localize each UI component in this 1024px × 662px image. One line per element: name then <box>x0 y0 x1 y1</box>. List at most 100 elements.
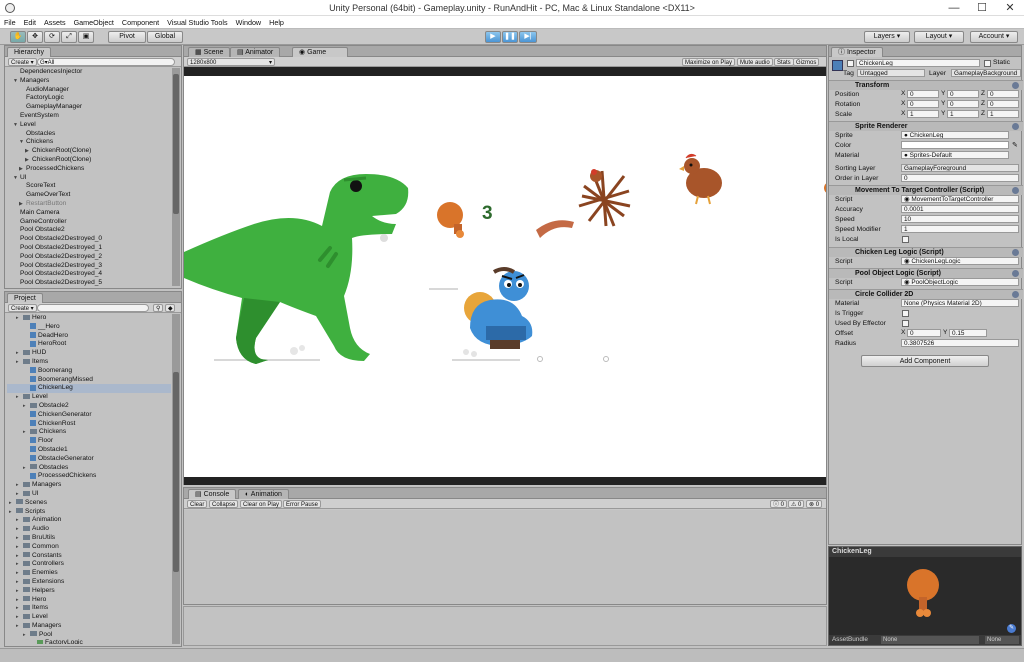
project-item[interactable]: ChickenLeg <box>7 384 171 394</box>
asset-bundle-dropdown[interactable]: None <box>881 636 979 644</box>
menu-edit[interactable]: Edit <box>20 16 40 29</box>
project-item[interactable]: ▸ Helpers <box>7 587 171 596</box>
tab-animation[interactable]: ◐ Animation <box>238 489 289 499</box>
step-button-icon[interactable]: ▶| <box>519 31 537 43</box>
minimize-button[interactable]: — <box>940 1 968 15</box>
expanded-arrow-icon[interactable]: ▼ <box>13 77 20 86</box>
hierarchy-item[interactable]: Pool Obstacle2Destroyed_5 <box>7 279 171 286</box>
hierarchy-item[interactable]: ▶ RestartButton <box>7 200 171 209</box>
move-tool-icon[interactable]: ✥ <box>27 31 43 43</box>
tab-inspector[interactable]: ⓘ Inspector <box>831 47 883 57</box>
project-item[interactable]: ▸ Items <box>7 604 171 613</box>
menu-gameobject[interactable]: GameObject <box>70 16 118 29</box>
mute-audio-toggle[interactable]: Mute audio <box>737 58 773 66</box>
hierarchy-item[interactable]: ▼ Chickens <box>7 138 171 147</box>
eyedropper-icon[interactable]: ✎ <box>1012 141 1018 149</box>
add-component-button[interactable]: Add Component <box>861 355 989 367</box>
project-item[interactable]: ▸ Hero <box>7 314 171 323</box>
project-item[interactable]: ▸ Level <box>7 613 171 622</box>
project-item[interactable]: ▸ Managers <box>7 481 171 490</box>
chicken-leg-script-field[interactable]: ◉ ChickenLegLogic <box>901 257 1019 265</box>
speed-field[interactable]: 10 <box>901 215 1019 223</box>
hierarchy-item[interactable]: FactoryLogic <box>7 94 171 103</box>
sprite-renderer-header[interactable]: Sprite Renderer <box>829 121 1023 131</box>
project-item[interactable]: ▸ Audio <box>7 525 171 534</box>
collider-material-field[interactable]: None (Physics Material 2D) <box>901 299 1019 307</box>
hierarchy-item[interactable]: ▶ ChickenRoot(Clone) <box>7 147 171 156</box>
project-search-input[interactable] <box>37 304 149 312</box>
hand-tool-icon[interactable]: ✋ <box>10 31 26 43</box>
project-item[interactable]: ▸ Level <box>7 393 171 402</box>
used-by-effector-checkbox[interactable] <box>902 320 909 327</box>
project-item[interactable]: __Hero <box>7 323 171 332</box>
menu-visual-studio-tools[interactable]: Visual Studio Tools <box>163 16 231 29</box>
transform-y-field[interactable]: 1 <box>947 110 979 118</box>
hierarchy-item[interactable]: GameOverText <box>7 191 171 200</box>
project-item[interactable]: ChickenRost <box>7 420 171 429</box>
filter-type-icon[interactable]: ⚲ <box>153 304 163 312</box>
layer-dropdown[interactable]: GameplayBackground <box>951 69 1021 77</box>
maximize-button[interactable]: ☐ <box>968 1 996 15</box>
tree-arrow-icon[interactable]: ▸ <box>16 516 23 525</box>
gear-icon[interactable] <box>1012 123 1019 130</box>
console-clear-on-play-button[interactable]: Clear on Play <box>240 500 283 508</box>
game-canvas[interactable]: 3 <box>184 76 826 477</box>
hierarchy-item[interactable]: GameController <box>7 218 171 227</box>
account-dropdown[interactable]: Account ▾ <box>970 31 1018 43</box>
project-item[interactable]: ▸ Obstacle2 <box>7 402 171 411</box>
hierarchy-item[interactable]: Pool Obstacle2 <box>7 226 171 235</box>
transform-x-field[interactable]: 0 <box>907 90 939 98</box>
radius-field[interactable]: 0.3807526 <box>901 339 1019 347</box>
project-scroll-thumb[interactable] <box>173 372 179 572</box>
tab-scene[interactable]: ▦ Scene <box>188 47 231 57</box>
is-trigger-checkbox[interactable] <box>902 310 909 317</box>
close-button[interactable]: ✕ <box>996 1 1024 15</box>
gear-icon[interactable] <box>1012 270 1019 277</box>
chicken-leg-logic-header[interactable]: Chicken Leg Logic (Script) <box>829 247 1023 257</box>
global-toggle[interactable]: Global <box>147 31 183 43</box>
transform-x-field[interactable]: 0 <box>907 100 939 108</box>
expanded-arrow-icon[interactable]: ▼ <box>13 121 20 130</box>
circle-collider-header[interactable]: Circle Collider 2D <box>829 289 1023 299</box>
expanded-arrow-icon[interactable]: ▼ <box>13 174 20 183</box>
tree-arrow-icon[interactable]: ▸ <box>23 428 30 437</box>
collapsed-arrow-icon[interactable]: ▶ <box>25 147 32 156</box>
sprite-field[interactable]: ● ChickenLeg <box>901 131 1009 139</box>
play-button-icon[interactable]: ▶ <box>485 31 501 43</box>
scale-tool-icon[interactable]: ⤢ <box>61 31 77 43</box>
menu-help[interactable]: Help <box>265 16 288 29</box>
tree-arrow-icon[interactable]: ▸ <box>16 613 23 622</box>
project-item[interactable]: ▸ HUD <box>7 349 171 358</box>
tree-arrow-icon[interactable]: ▸ <box>16 393 23 402</box>
pool-object-logic-header[interactable]: Pool Object Logic (Script) <box>829 268 1023 278</box>
hierarchy-item[interactable]: ▶ ChickenRoot(Clone) <box>7 156 171 165</box>
resolution-dropdown[interactable]: 1280x800 ▾ <box>187 58 275 66</box>
collapsed-arrow-icon[interactable]: ▶ <box>19 165 26 174</box>
tree-arrow-icon[interactable]: ▸ <box>16 578 23 587</box>
tree-arrow-icon[interactable]: ▸ <box>9 499 16 508</box>
pool-script-field[interactable]: ◉ PoolObjectLogic <box>901 278 1019 286</box>
gear-icon[interactable] <box>1012 291 1019 298</box>
tab-console[interactable]: ▤ Console <box>188 489 237 499</box>
console-clear-button[interactable]: Clear <box>187 500 208 508</box>
hierarchy-scroll-thumb[interactable] <box>173 74 179 214</box>
pause-button-icon[interactable]: ❚❚ <box>502 31 518 43</box>
project-item[interactable]: BoomerangMissed <box>7 376 171 385</box>
console-info-count[interactable]: ⓘ 0 <box>770 500 788 508</box>
gear-icon[interactable] <box>1012 249 1019 256</box>
transform-z-field[interactable]: 1 <box>987 110 1019 118</box>
project-item[interactable]: ▸ Constants <box>7 552 171 561</box>
material-field[interactable]: ● Sprites-Default <box>901 151 1009 159</box>
accuracy-field[interactable]: 0.0001 <box>901 205 1019 213</box>
hierarchy-item[interactable]: Pool Obstacle2Destroyed_2 <box>7 253 171 262</box>
project-item[interactable]: ▸ Items <box>7 358 171 367</box>
stats-toggle[interactable]: Stats <box>774 58 794 66</box>
console-collapse-button[interactable]: Collapse <box>209 500 239 508</box>
object-name-field[interactable]: ChickenLeg <box>856 59 980 67</box>
tree-arrow-icon[interactable]: ▸ <box>16 481 23 490</box>
tree-arrow-icon[interactable]: ▸ <box>16 314 23 323</box>
hierarchy-item[interactable]: ▼ Level <box>7 121 171 130</box>
speed-modifier-field[interactable]: 1 <box>901 225 1019 233</box>
console-log-area[interactable] <box>184 510 826 604</box>
sorting-layer-dropdown[interactable]: GameplayForeground <box>901 164 1019 172</box>
